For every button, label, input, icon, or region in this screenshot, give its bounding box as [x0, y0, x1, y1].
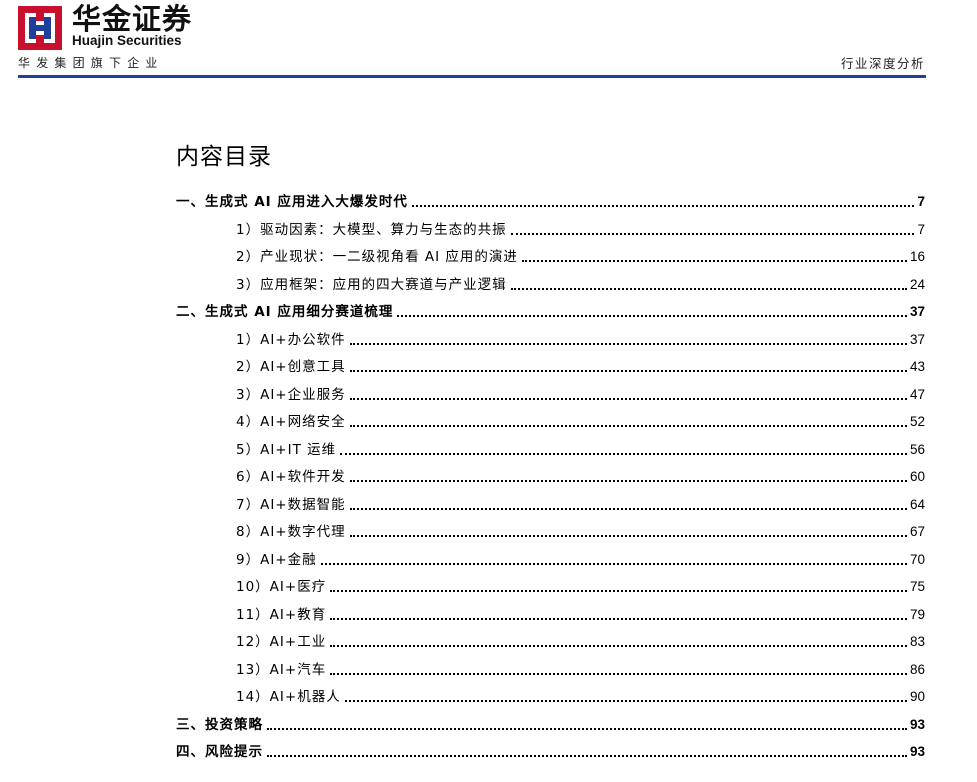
toc-entry-text: 13）AI+汽车	[236, 662, 327, 678]
toc-entry-level2[interactable]: 7）AI+数据智能 64	[236, 494, 925, 514]
toc-entry-level2[interactable]: 1）驱动因素：大模型、算力与生态的共振 7	[236, 219, 925, 239]
toc-leader	[349, 425, 907, 427]
header-divider	[18, 75, 926, 78]
toc-title: 内容目录	[176, 144, 272, 170]
toc-leader	[349, 508, 907, 510]
toc-entry-level2[interactable]: 10）AI+医疗 75	[236, 576, 925, 596]
toc-page-number: 93	[909, 717, 925, 732]
toc-leader	[510, 288, 907, 290]
toc-page-number: 24	[909, 277, 925, 292]
toc-entry-level2[interactable]: 2）AI+创意工具 43	[236, 356, 925, 376]
brand-name-cn: 华金证券	[72, 2, 193, 36]
toc-page-number: 56	[909, 442, 925, 457]
toc-leader	[267, 728, 907, 730]
toc-leader	[349, 535, 907, 537]
toc-entry-level2[interactable]: 12）AI+工业 83	[236, 631, 925, 651]
toc-entry-level1[interactable]: 四、风险提示 93	[176, 741, 925, 761]
toc-entry-level2[interactable]: 6）AI+软件开发 60	[236, 466, 925, 486]
toc-entry-text: 2）AI+创意工具	[236, 359, 346, 375]
toc-page-number: 90	[909, 689, 925, 704]
toc-page-number: 86	[909, 662, 925, 677]
toc-page-number: 7	[917, 222, 925, 237]
toc-page-number: 75	[909, 579, 925, 594]
toc-leader	[330, 618, 907, 620]
toc-entry-text: 2）产业现状：一二级视角看 AI 应用的演进	[236, 249, 518, 265]
toc-entry-text: 5）AI+IT 运维	[236, 442, 337, 458]
toc-page-number: 7	[917, 194, 925, 209]
toc-entry-level2[interactable]: 4）AI+网络安全 52	[236, 411, 925, 431]
toc-entry-text: 四、风险提示	[176, 744, 263, 760]
page-header: 华金证券 Huajin Securities 华发集团旗下企业 行业深度分析	[0, 0, 977, 82]
toc-entry-level2[interactable]: 13）AI+汽车 86	[236, 659, 925, 679]
toc-entry-text: 14）AI+机器人	[236, 689, 341, 705]
toc-leader	[397, 315, 907, 317]
toc-page-number: 70	[909, 552, 925, 567]
report-type: 行业深度分析	[840, 56, 925, 71]
toc-leader	[349, 370, 907, 372]
toc-entry-level2[interactable]: 1）AI+办公软件 37	[236, 329, 925, 349]
toc-entry-text: 二、生成式 AI 应用细分赛道梳理	[176, 304, 394, 320]
toc-entry-level1[interactable]: 三、投资策略 93	[176, 714, 925, 734]
toc-leader	[521, 260, 907, 262]
brand-name-en: Huajin Securities	[72, 33, 182, 48]
toc-page-number: 67	[909, 524, 925, 539]
toc-leader	[349, 398, 907, 400]
toc-leader	[340, 453, 907, 455]
toc-entry-text: 9）AI+金融	[236, 552, 317, 568]
huajin-logo-icon	[18, 6, 62, 50]
toc-entry-text: 一、生成式 AI 应用进入大爆发时代	[176, 194, 408, 210]
toc-entry-level2[interactable]: 3）应用框架：应用的四大赛道与产业逻辑 24	[236, 274, 925, 294]
toc-entry-text: 1）驱动因素：大模型、算力与生态的共振	[236, 222, 507, 238]
toc-entry-text: 8）AI+数字代理	[236, 524, 346, 540]
toc-entry-level2[interactable]: 11）AI+教育 79	[236, 604, 925, 624]
toc-entry-level2[interactable]: 2）产业现状：一二级视角看 AI 应用的演进 16	[236, 246, 925, 266]
toc-leader	[267, 755, 907, 757]
toc-page-number: 47	[909, 387, 925, 402]
toc-page-number: 16	[909, 249, 925, 264]
toc-page-number: 60	[909, 469, 925, 484]
toc-entry-text: 3）应用框架：应用的四大赛道与产业逻辑	[236, 277, 507, 293]
toc-entry-level2[interactable]: 9）AI+金融 70	[236, 549, 925, 569]
toc-entry-level2[interactable]: 5）AI+IT 运维 56	[236, 439, 925, 459]
toc-entry-text: 3）AI+企业服务	[236, 387, 346, 403]
toc-page-number: 43	[909, 359, 925, 374]
toc-entry-text: 6）AI+软件开发	[236, 469, 346, 485]
toc-leader	[344, 700, 907, 702]
toc-page-number: 93	[909, 744, 925, 759]
toc-leader	[349, 480, 907, 482]
toc-entry-text: 10）AI+医疗	[236, 579, 327, 595]
toc-page-number: 37	[909, 304, 925, 319]
toc-entry-level2[interactable]: 8）AI+数字代理 67	[236, 521, 925, 541]
toc-leader	[411, 205, 915, 207]
toc-leader	[510, 233, 915, 235]
toc-entry-level1[interactable]: 一、生成式 AI 应用进入大爆发时代 7	[176, 191, 925, 211]
toc-leader	[349, 343, 907, 345]
toc-entry-text: 11）AI+教育	[236, 607, 327, 623]
toc-page-number: 52	[909, 414, 925, 429]
toc-leader	[330, 590, 907, 592]
toc-page-number: 64	[909, 497, 925, 512]
toc-entry-level1[interactable]: 二、生成式 AI 应用细分赛道梳理 37	[176, 301, 925, 321]
group-affiliation: 华发集团旗下企业	[18, 56, 164, 70]
toc-entry-text: 三、投资策略	[176, 717, 263, 733]
toc-entry-text: 7）AI+数据智能	[236, 497, 346, 513]
toc-entry-text: 4）AI+网络安全	[236, 414, 346, 430]
toc-leader	[330, 673, 907, 675]
toc-entry-level2[interactable]: 3）AI+企业服务 47	[236, 384, 925, 404]
toc-leader	[330, 645, 907, 647]
toc-page-number: 37	[909, 332, 925, 347]
toc-entry-level2[interactable]: 14）AI+机器人 90	[236, 686, 925, 706]
toc-entry-text: 12）AI+工业	[236, 634, 327, 650]
toc-leader	[320, 563, 907, 565]
toc-page-number: 79	[909, 607, 925, 622]
toc-page-number: 83	[909, 634, 925, 649]
toc-entry-text: 1）AI+办公软件	[236, 332, 346, 348]
